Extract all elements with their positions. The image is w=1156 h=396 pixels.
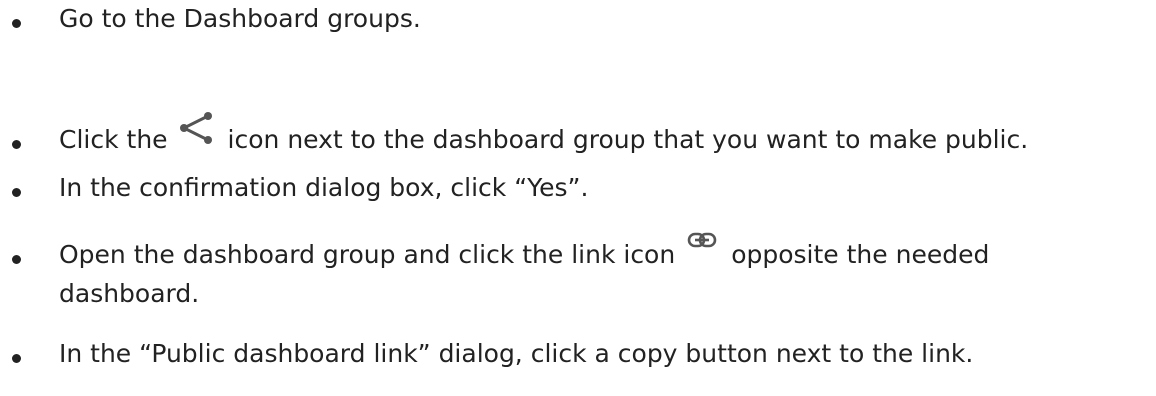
step-text-continuation: dashboard. [59, 279, 200, 308]
link-icon [687, 231, 717, 253]
instruction-list: Go to the Dashboard groups. Click the ic… [0, 0, 1156, 396]
step-text-before-icon: Click the [59, 125, 168, 154]
step-text-after-icon: opposite the needed [731, 240, 990, 269]
bullet [12, 19, 21, 28]
bullet [12, 255, 21, 264]
bullet [12, 354, 21, 363]
step-text: In the confirmation dialog box, click “Y… [59, 173, 589, 202]
step-text-before-icon: Open the dashboard group and click the l… [59, 240, 676, 269]
step-text: Go to the Dashboard groups. [59, 4, 421, 33]
list-item: Go to the Dashboard groups. [0, 0, 1156, 40]
bullet [12, 140, 21, 149]
step-text: In the “Public dashboard link” dialog, c… [59, 339, 974, 368]
step-text: Click the icon next to the dashboard gro… [59, 112, 1146, 158]
share-icon [174, 112, 220, 146]
step-text: Open the dashboard group and click the l… [59, 232, 1146, 273]
step-text-after-icon: icon next to the dashboard group that yo… [227, 125, 1029, 154]
bullet [12, 188, 21, 197]
